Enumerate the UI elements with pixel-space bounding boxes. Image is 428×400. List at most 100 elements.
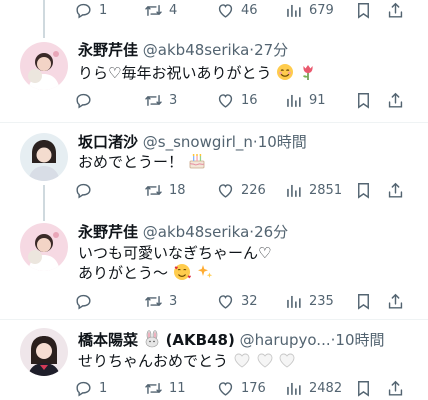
- views-button[interactable]: 679: [284, 0, 334, 20]
- user-handle[interactable]: @akb48serika: [143, 41, 249, 59]
- bookmark-button[interactable]: [354, 291, 373, 311]
- retweet-button[interactable]: 4: [144, 0, 177, 20]
- tweet[interactable]: 永野芹佳 @akb48serika·27分 りら♡毎年お祝いありがとう 3 16…: [0, 38, 428, 122]
- bookmark-button[interactable]: [354, 90, 373, 110]
- like-count: 16: [241, 92, 258, 108]
- user-handle[interactable]: @akb48serika: [143, 223, 249, 241]
- share-button[interactable]: [386, 180, 405, 200]
- views-button[interactable]: 235: [284, 291, 334, 311]
- avatar[interactable]: [20, 133, 68, 181]
- retweet-icon: [144, 379, 163, 398]
- share-icon: [386, 91, 405, 110]
- timestamp[interactable]: 26分: [254, 223, 288, 241]
- reply-count: 1: [99, 2, 108, 18]
- views-icon: [284, 379, 303, 398]
- avatar[interactable]: [20, 328, 68, 376]
- tweet[interactable]: 1 4 46 679: [0, 0, 428, 26]
- share-icon: [386, 181, 405, 200]
- display-name[interactable]: 坂口渚沙: [78, 133, 138, 151]
- reply-button[interactable]: [74, 291, 99, 311]
- tweet-text-line-wrap: ありがとう〜: [78, 263, 416, 286]
- like-count: 226: [241, 182, 266, 198]
- like-button[interactable]: 32: [216, 291, 258, 311]
- display-name[interactable]: 橋本陽菜: [78, 331, 138, 349]
- sparkles-icon: [196, 263, 214, 286]
- share-icon: [386, 292, 405, 311]
- retweet-count: 3: [169, 293, 178, 309]
- tweet-header: 永野芹佳 @akb48serika·26分: [78, 222, 420, 242]
- views-icon: [284, 91, 303, 110]
- tulip-icon: [299, 63, 317, 86]
- timestamp[interactable]: 27分: [254, 41, 288, 59]
- tweet-actions: 3 16 91: [74, 90, 404, 110]
- retweet-icon: [144, 181, 163, 200]
- rabbit-face-icon: [143, 330, 161, 353]
- tweet[interactable]: 橋本陽菜 (AKB48) @harupyo...·10時間 せりちゃんおめでとう…: [0, 320, 428, 400]
- retweet-count: 4: [169, 2, 178, 18]
- views-count: 91: [309, 92, 326, 108]
- bookmark-button[interactable]: [354, 378, 373, 398]
- retweet-button[interactable]: 11: [144, 378, 186, 398]
- timestamp[interactable]: 10時間: [335, 331, 384, 349]
- tweet-header: 坂口渚沙 @s_snowgirl_n·10時間: [78, 132, 420, 152]
- heart-icon: [216, 181, 235, 200]
- share-button[interactable]: [386, 291, 405, 311]
- like-button[interactable]: 226: [216, 180, 266, 200]
- like-button[interactable]: 16: [216, 90, 258, 110]
- tweet-actions: 1 11 176 2482: [74, 378, 404, 398]
- reply-button[interactable]: 1: [74, 0, 107, 20]
- white-heart-icon: [256, 351, 274, 374]
- tweet-actions: 3 32 235: [74, 291, 404, 311]
- share-button[interactable]: [386, 90, 405, 110]
- tweet-actions: 18 226 2851: [74, 180, 404, 200]
- reply-button[interactable]: [74, 180, 99, 200]
- retweet-icon: [144, 91, 163, 110]
- white-heart-icon: [278, 351, 296, 374]
- tweet-text: りら♡毎年お祝いありがとう: [78, 63, 416, 86]
- user-handle[interactable]: @harupyo...: [240, 331, 331, 349]
- retweet-count: 11: [169, 380, 186, 396]
- hearts-face-icon: [173, 263, 191, 286]
- timestamp[interactable]: 10時間: [258, 133, 307, 151]
- tweet[interactable]: 永野芹佳 @akb48serika·26分 いつも可愛いなぎちゃーん♡ ありがと…: [0, 213, 428, 319]
- heart-icon: [216, 1, 235, 20]
- reply-button[interactable]: [74, 90, 99, 110]
- like-button[interactable]: 46: [216, 0, 258, 20]
- views-button[interactable]: 2851: [284, 180, 342, 200]
- name-suffix[interactable]: (AKB48): [166, 331, 235, 349]
- bookmark-button[interactable]: [354, 0, 373, 20]
- retweet-button[interactable]: 3: [144, 291, 177, 311]
- display-name[interactable]: 永野芹佳: [78, 41, 138, 59]
- display-name[interactable]: 永野芹佳: [78, 223, 138, 241]
- tweet-text-line: せりちゃんおめでとう: [78, 352, 229, 370]
- user-handle[interactable]: @s_snowgirl_n: [143, 133, 253, 151]
- like-count: 32: [241, 293, 258, 309]
- avatar[interactable]: [20, 223, 68, 271]
- bookmark-icon: [354, 1, 373, 20]
- reply-icon: [74, 1, 93, 20]
- retweet-count: 3: [169, 92, 178, 108]
- birthday-cake-icon: [188, 152, 206, 175]
- reply-icon: [74, 181, 93, 200]
- tweet-header: 永野芹佳 @akb48serika·27分: [78, 40, 420, 60]
- bookmark-button[interactable]: [354, 180, 373, 200]
- like-count: 176: [241, 380, 266, 396]
- views-icon: [284, 1, 303, 20]
- avatar[interactable]: [20, 42, 68, 90]
- like-button[interactable]: 176: [216, 378, 266, 398]
- retweet-button[interactable]: 3: [144, 90, 177, 110]
- white-heart-icon: [233, 351, 251, 374]
- reply-button[interactable]: 1: [74, 378, 107, 398]
- smiling-face-icon: [276, 63, 294, 86]
- views-button[interactable]: 91: [284, 90, 326, 110]
- share-button[interactable]: [386, 378, 405, 398]
- views-button[interactable]: 2482: [284, 378, 342, 398]
- share-button[interactable]: [386, 0, 405, 20]
- share-icon: [386, 379, 405, 398]
- tweet[interactable]: 坂口渚沙 @s_snowgirl_n·10時間 おめでとうー！ 18 226 2…: [0, 123, 428, 213]
- retweet-button[interactable]: 18: [144, 180, 186, 200]
- views-count: 679: [309, 2, 334, 18]
- reply-icon: [74, 379, 93, 398]
- retweet-count: 18: [169, 182, 186, 198]
- views-count: 235: [309, 293, 334, 309]
